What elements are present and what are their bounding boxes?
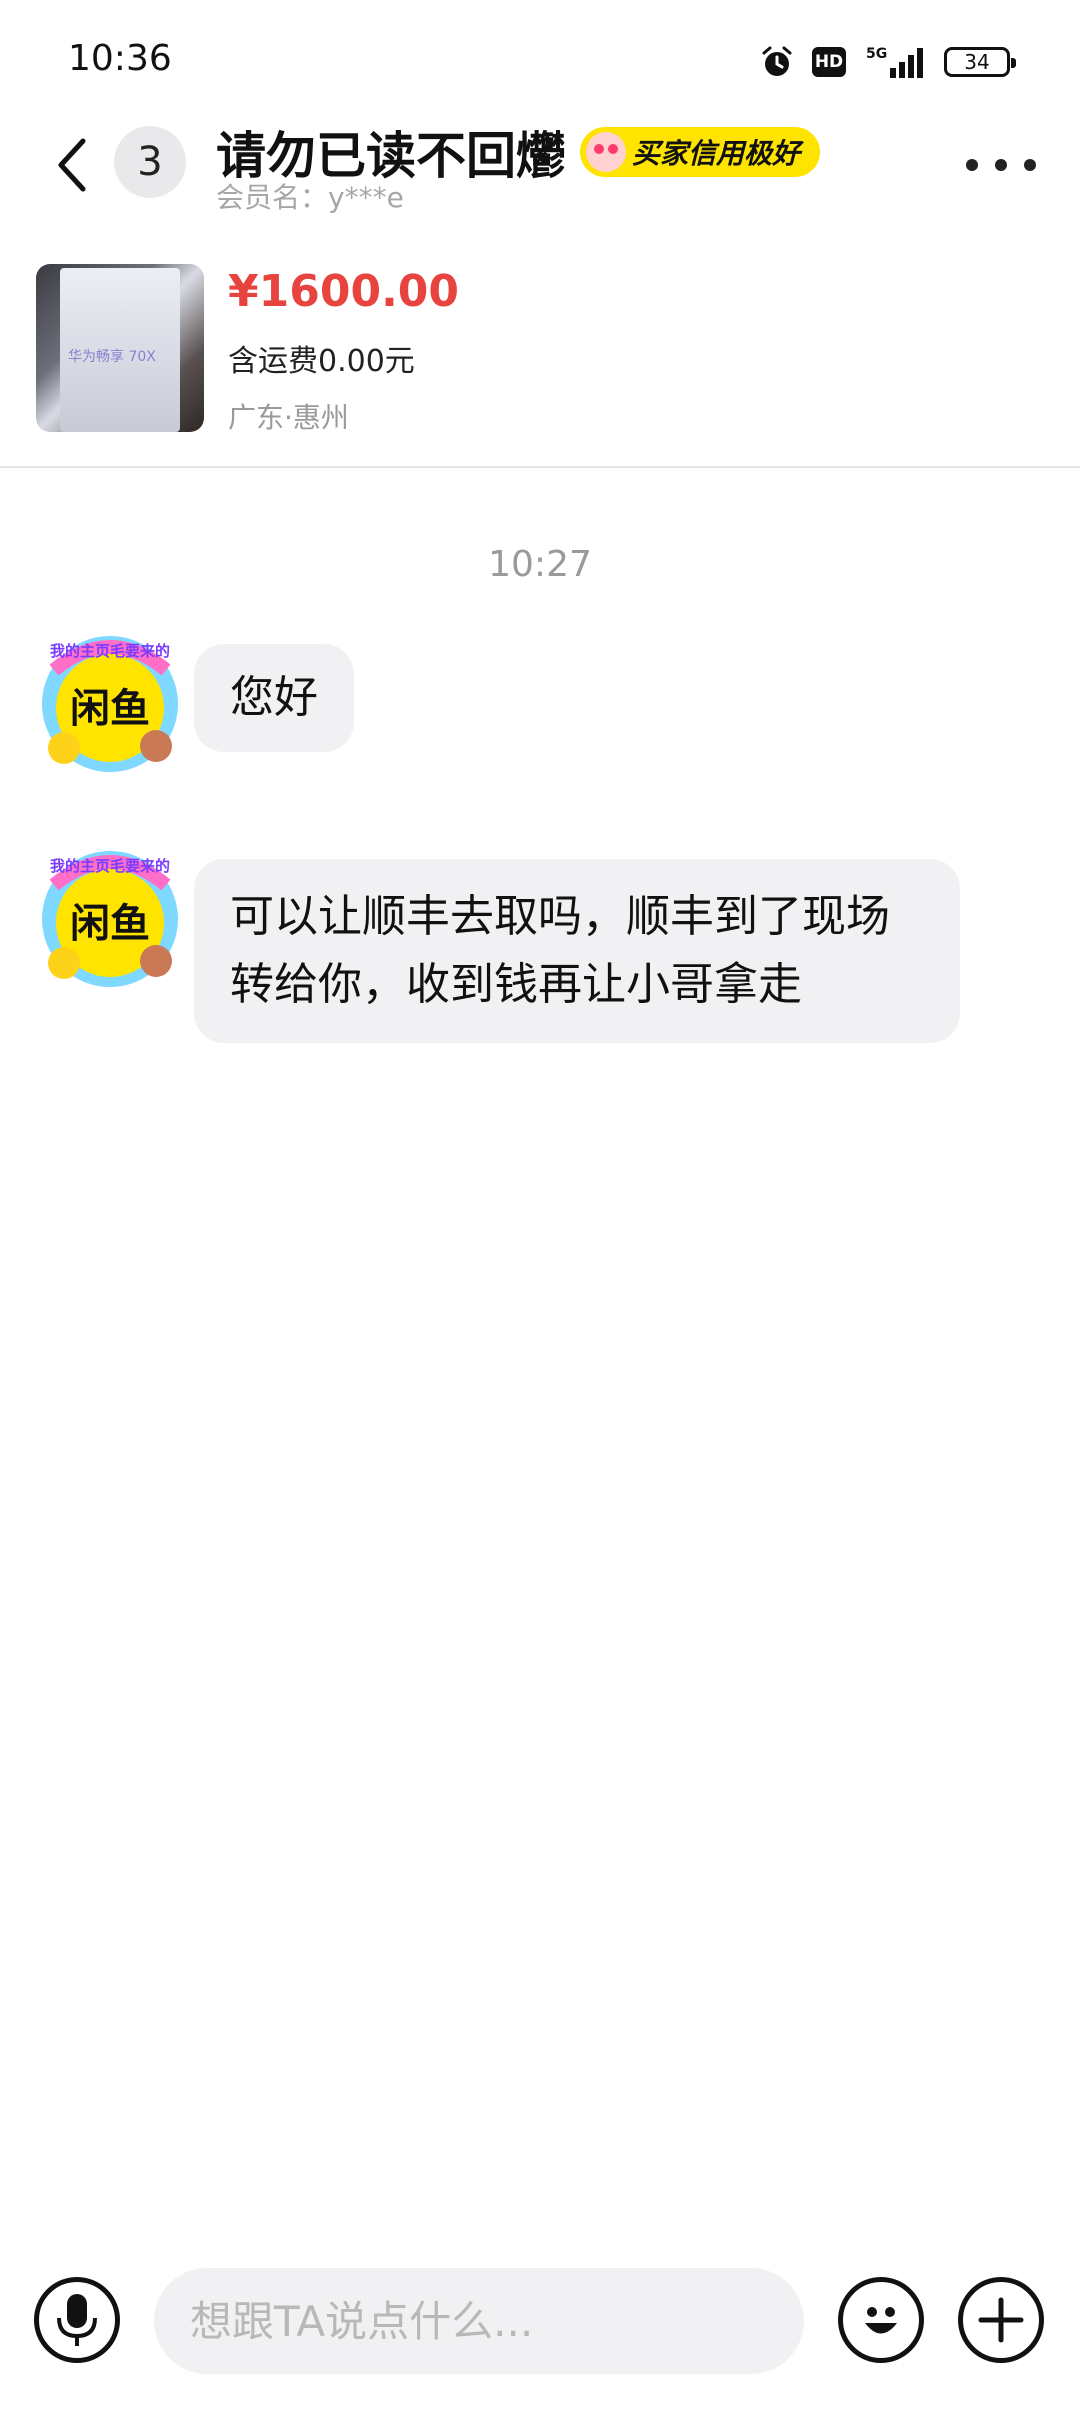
- credit-badge[interactable]: 买家信用极好: [580, 127, 821, 177]
- chat-header: 3 请勿已读不回爩 买家信用极好 会员名：y***e: [0, 110, 1080, 220]
- hd-icon: HD: [812, 47, 846, 77]
- input-bar: [0, 2260, 1080, 2380]
- back-button[interactable]: [48, 130, 98, 200]
- more-dot: [995, 159, 1007, 171]
- message-bubble[interactable]: 可以让顺丰去取吗，顺丰到了现场转给你，收到钱再让小哥拿走: [194, 859, 960, 1043]
- plus-icon: [978, 2297, 1024, 2343]
- more-button[interactable]: [966, 150, 1036, 180]
- voice-button[interactable]: [34, 2277, 120, 2363]
- product-price: ¥1600.00: [228, 266, 460, 317]
- avatar-sticker-text: 我的主页毛要来的: [50, 857, 170, 875]
- message-input[interactable]: [154, 2268, 804, 2374]
- avatar-sticker-text: 我的主页毛要来的: [50, 642, 170, 660]
- message-timestamp: 10:27: [488, 544, 592, 585]
- product-thumbnail[interactable]: 华为畅享 70X: [36, 264, 204, 432]
- smiley-icon: [865, 2307, 897, 2334]
- emoji-button[interactable]: [838, 2277, 924, 2363]
- thumbnail-text: 华为畅享 70X: [68, 349, 156, 365]
- 5g-signal-icon: 5G: [864, 44, 926, 80]
- phone-box-image: 华为畅享 70X: [60, 268, 180, 432]
- avatar[interactable]: 我的主页毛要来的 闲鱼: [36, 630, 184, 778]
- status-icons: HD 5G 34: [760, 42, 1016, 82]
- avatar-logo-text: 闲鱼: [70, 901, 150, 947]
- alarm-icon: [760, 45, 794, 79]
- chevron-left-icon: [58, 138, 86, 192]
- status-bar: 10:36 HD 5G 34: [0, 0, 1080, 110]
- product-card[interactable]: 华为畅享 70X ¥1600.00 含运费0.00元 广东·惠州: [0, 250, 1080, 468]
- battery-icon: 34: [944, 47, 1016, 77]
- status-time: 10:36: [68, 38, 172, 79]
- avatar[interactable]: 我的主页毛要来的 闲鱼: [36, 845, 184, 993]
- product-shipping: 含运费0.00元: [228, 344, 415, 379]
- product-location: 广东·惠州: [228, 401, 349, 434]
- member-name: 会员名：y***e: [216, 181, 404, 214]
- credit-badge-label: 买家信用极好: [632, 137, 801, 170]
- battery-level: 34: [964, 50, 990, 74]
- more-dot: [966, 159, 978, 171]
- message-bubble[interactable]: 您好: [194, 644, 354, 752]
- credit-face-icon: [586, 132, 626, 172]
- plus-button[interactable]: [958, 2277, 1044, 2363]
- avatar-logo-text: 闲鱼: [70, 686, 150, 732]
- unread-count-badge[interactable]: 3: [114, 126, 186, 198]
- more-dot: [1024, 159, 1036, 171]
- network-label: 5G: [866, 46, 887, 62]
- chat-screen: 10:36 HD 5G 34 3 请勿已读不回爩 买家信用极好 会员名：y***…: [0, 0, 1080, 2412]
- microphone-icon: [57, 2294, 97, 2346]
